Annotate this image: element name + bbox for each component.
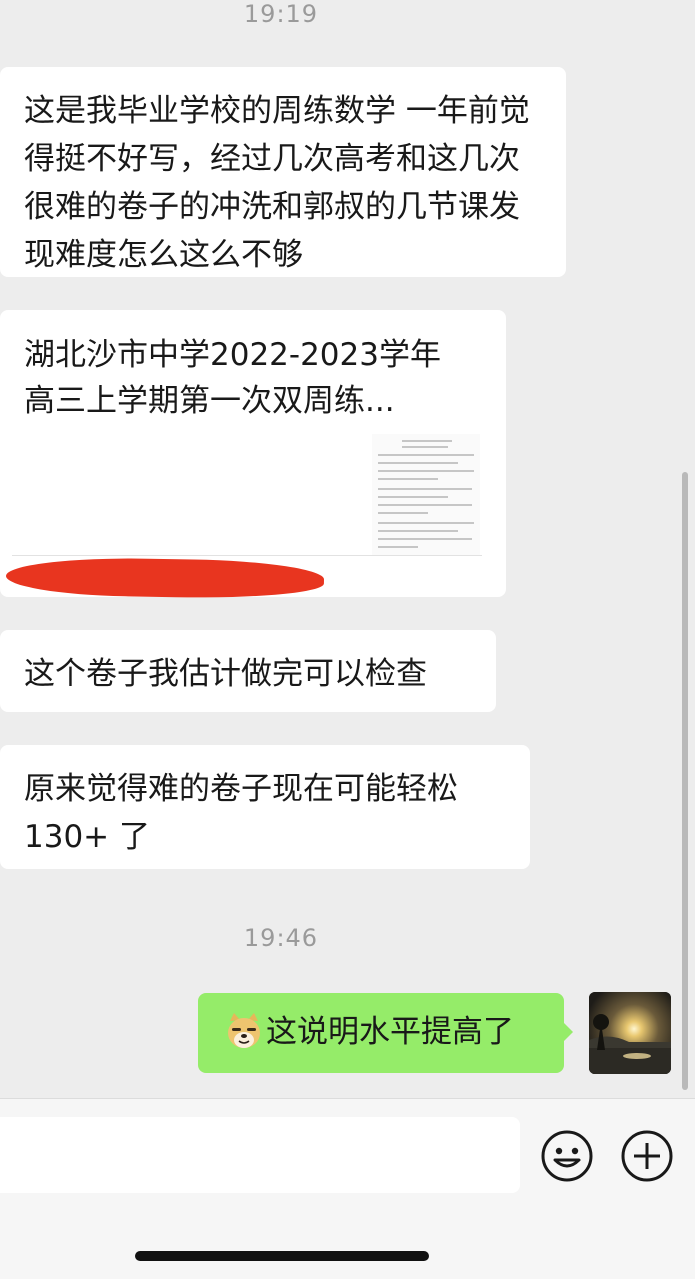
scrollbar[interactable] [682,472,688,1090]
file-card[interactable]: 湖北沙市中学2022-2023学年高三上学期第一次双周练... [0,310,506,600]
plus-circle-icon[interactable] [620,1129,674,1183]
message-bubble[interactable]: 这个卷子我估计做完可以检查 [0,630,496,712]
redaction-mark [5,556,325,600]
card-divider [12,555,482,556]
message-text: 这个卷子我估计做完可以检查 [24,656,427,692]
message-text: 这是我毕业学校的周练数学 一年前觉得挺不好写，经过几次高考和这几次很难的卷子的冲… [24,93,530,273]
user-avatar[interactable] [589,992,671,1074]
message-bubble[interactable]: 原来觉得难的卷子现在可能轻松130+ 了 [0,745,530,869]
message-text: 原来觉得难的卷子现在可能轻松130+ 了 [24,771,458,855]
input-bar [0,1098,695,1279]
message-bubble[interactable]: 这是我毕业学校的周练数学 一年前觉得挺不好写，经过几次高考和这几次很难的卷子的冲… [0,67,566,277]
timestamp: 19:19 [243,0,319,28]
doge-emoji-icon [224,1011,264,1051]
smiley-icon[interactable] [540,1129,594,1183]
file-title: 湖北沙市中学2022-2023学年高三上学期第一次双周练... [24,337,441,419]
message-input[interactable] [0,1117,520,1193]
home-indicator [135,1251,429,1261]
file-thumbnail [372,434,480,556]
outgoing-message-bubble[interactable]: 这说明水平提高了 [198,993,573,1073]
timestamp: 19:46 [243,924,319,952]
outgoing-message-text: 这说明水平提高了 [266,1014,514,1050]
